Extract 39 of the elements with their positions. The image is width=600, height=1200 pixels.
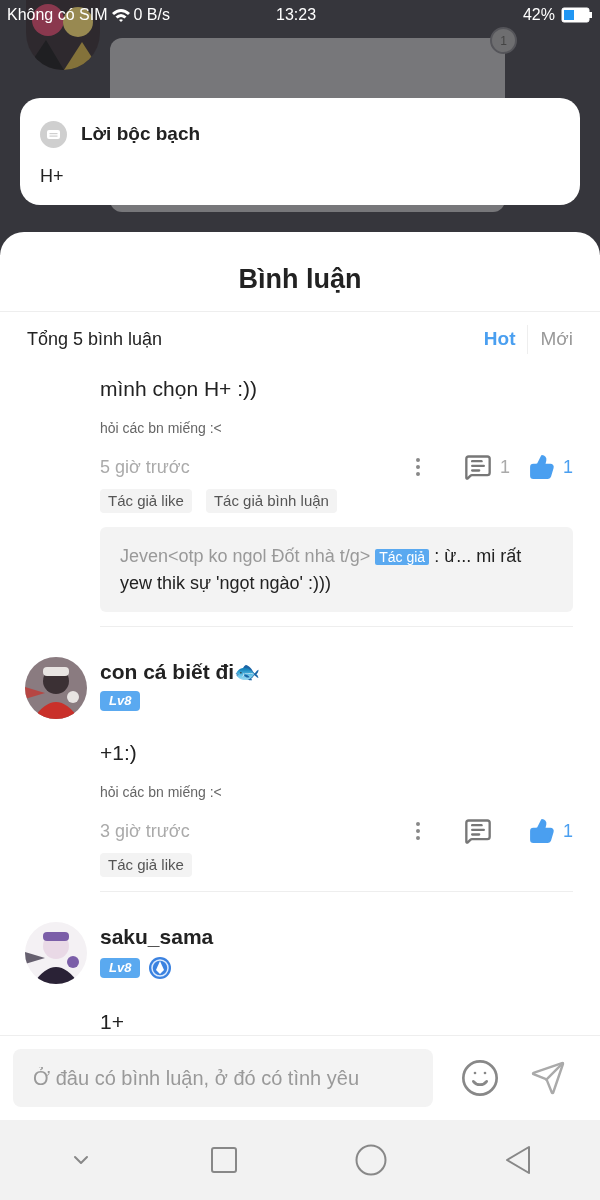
like-count: 1 <box>563 455 573 479</box>
comment-icon[interactable] <box>464 453 492 481</box>
reply-preview[interactable]: Jeven<otp ko ngol Đốt nhà t/g> Tác giả : ừ... mi rất yew thik sự 'ngọt ngào' :))) <box>100 527 573 612</box>
carrier-label: Không có SIM <box>7 5 108 25</box>
username[interactable]: saku_sama <box>100 924 573 950</box>
like-icon[interactable] <box>529 454 555 480</box>
emoji-icon[interactable] <box>460 1058 500 1098</box>
timestamp: 3 giờ trước <box>100 819 191 843</box>
clock: 13:23 <box>276 5 317 25</box>
wifi-icon <box>110 7 131 23</box>
home-icon[interactable] <box>355 1144 387 1176</box>
send-icon[interactable] <box>530 1060 566 1096</box>
timestamp: 5 giờ trước <box>100 455 191 479</box>
like-icon[interactable] <box>529 818 555 844</box>
recents-icon[interactable] <box>211 1147 237 1173</box>
back-icon[interactable] <box>505 1145 531 1175</box>
reply-count: 1 <box>500 455 510 479</box>
comment-text: +1:) <box>100 740 138 766</box>
battery-icon <box>561 7 593 23</box>
username[interactable]: con cá biết đi🐟 <box>100 659 573 685</box>
like-count: 1 <box>563 819 573 843</box>
author-tag: Tác giả bình luận <box>205 489 337 513</box>
level-badge: Lv8 <box>100 691 141 711</box>
comment-text: 1+ <box>100 1009 125 1035</box>
comment-input[interactable]: Ở đâu có bình luận, ở đó có tình yêu <box>13 1049 433 1107</box>
network-speed: 0 B/s <box>133 5 170 25</box>
card-title: Lời bộc bạch <box>81 122 201 146</box>
level-badge: Lv8 <box>100 958 141 978</box>
battery-level: 42% <box>522 5 555 25</box>
author-tag: Tác giả like <box>100 489 192 513</box>
card-text: H+ <box>40 164 65 188</box>
comment-note: hỏi các bn miếng :< <box>100 419 223 437</box>
comment-total: Tổng 5 bình luận <box>27 328 164 351</box>
author-tag: Tác giả like <box>100 853 192 877</box>
comment-note: hỏi các bn miếng :< <box>100 783 223 801</box>
comment-icon[interactable] <box>464 817 492 845</box>
chat-icon <box>40 120 67 148</box>
comment-text: mình chọn H+ :)) <box>100 376 258 402</box>
sheet-title: Bình luận <box>238 263 362 297</box>
